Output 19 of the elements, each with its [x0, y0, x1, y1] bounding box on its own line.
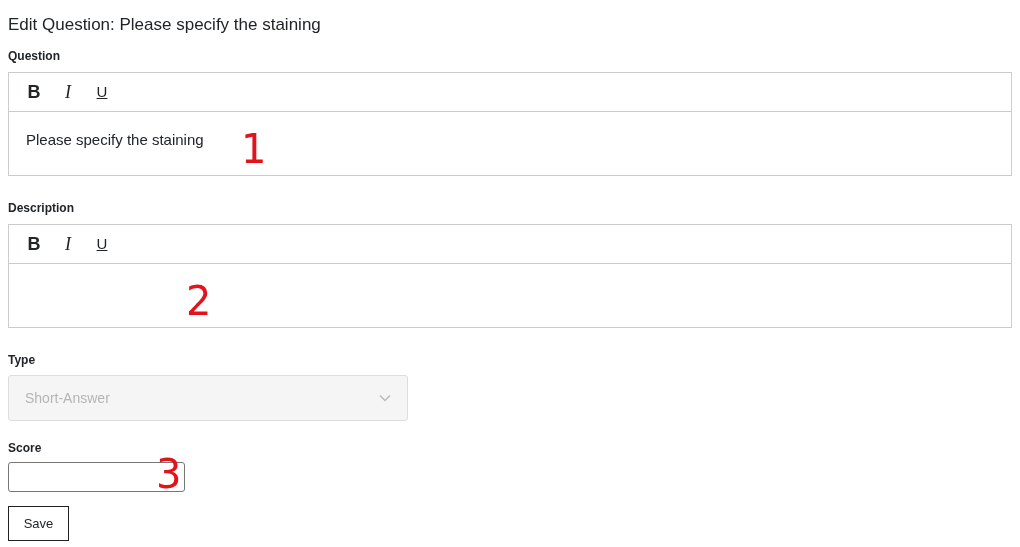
editor-text: Please specify the staining	[26, 131, 204, 148]
underline-button[interactable]: U	[91, 80, 113, 104]
bold-button[interactable]: B	[23, 232, 45, 256]
field-label: Description	[8, 200, 75, 216]
underline-button[interactable]: U	[91, 232, 113, 256]
italic-button[interactable]: I	[57, 80, 79, 104]
rich-text-editor[interactable]: B I U 2	[8, 224, 1012, 328]
page-title: Edit Question: Please specify the staining	[8, 14, 322, 36]
field-label: Question	[8, 48, 61, 64]
save-button[interactable]: Save	[8, 506, 69, 541]
italic-button[interactable]: I	[57, 232, 79, 256]
annotation-number: 1	[241, 129, 267, 169]
annotation-number: 2	[186, 281, 212, 321]
rich-text-editor[interactable]: B I U Please specify the staining 1	[8, 72, 1012, 176]
chevron-down-icon	[379, 394, 391, 402]
annotation-number: 3	[156, 454, 182, 494]
bold-button[interactable]: B	[23, 80, 45, 104]
field-label: Score	[8, 440, 43, 456]
field-label: Type	[8, 352, 37, 368]
